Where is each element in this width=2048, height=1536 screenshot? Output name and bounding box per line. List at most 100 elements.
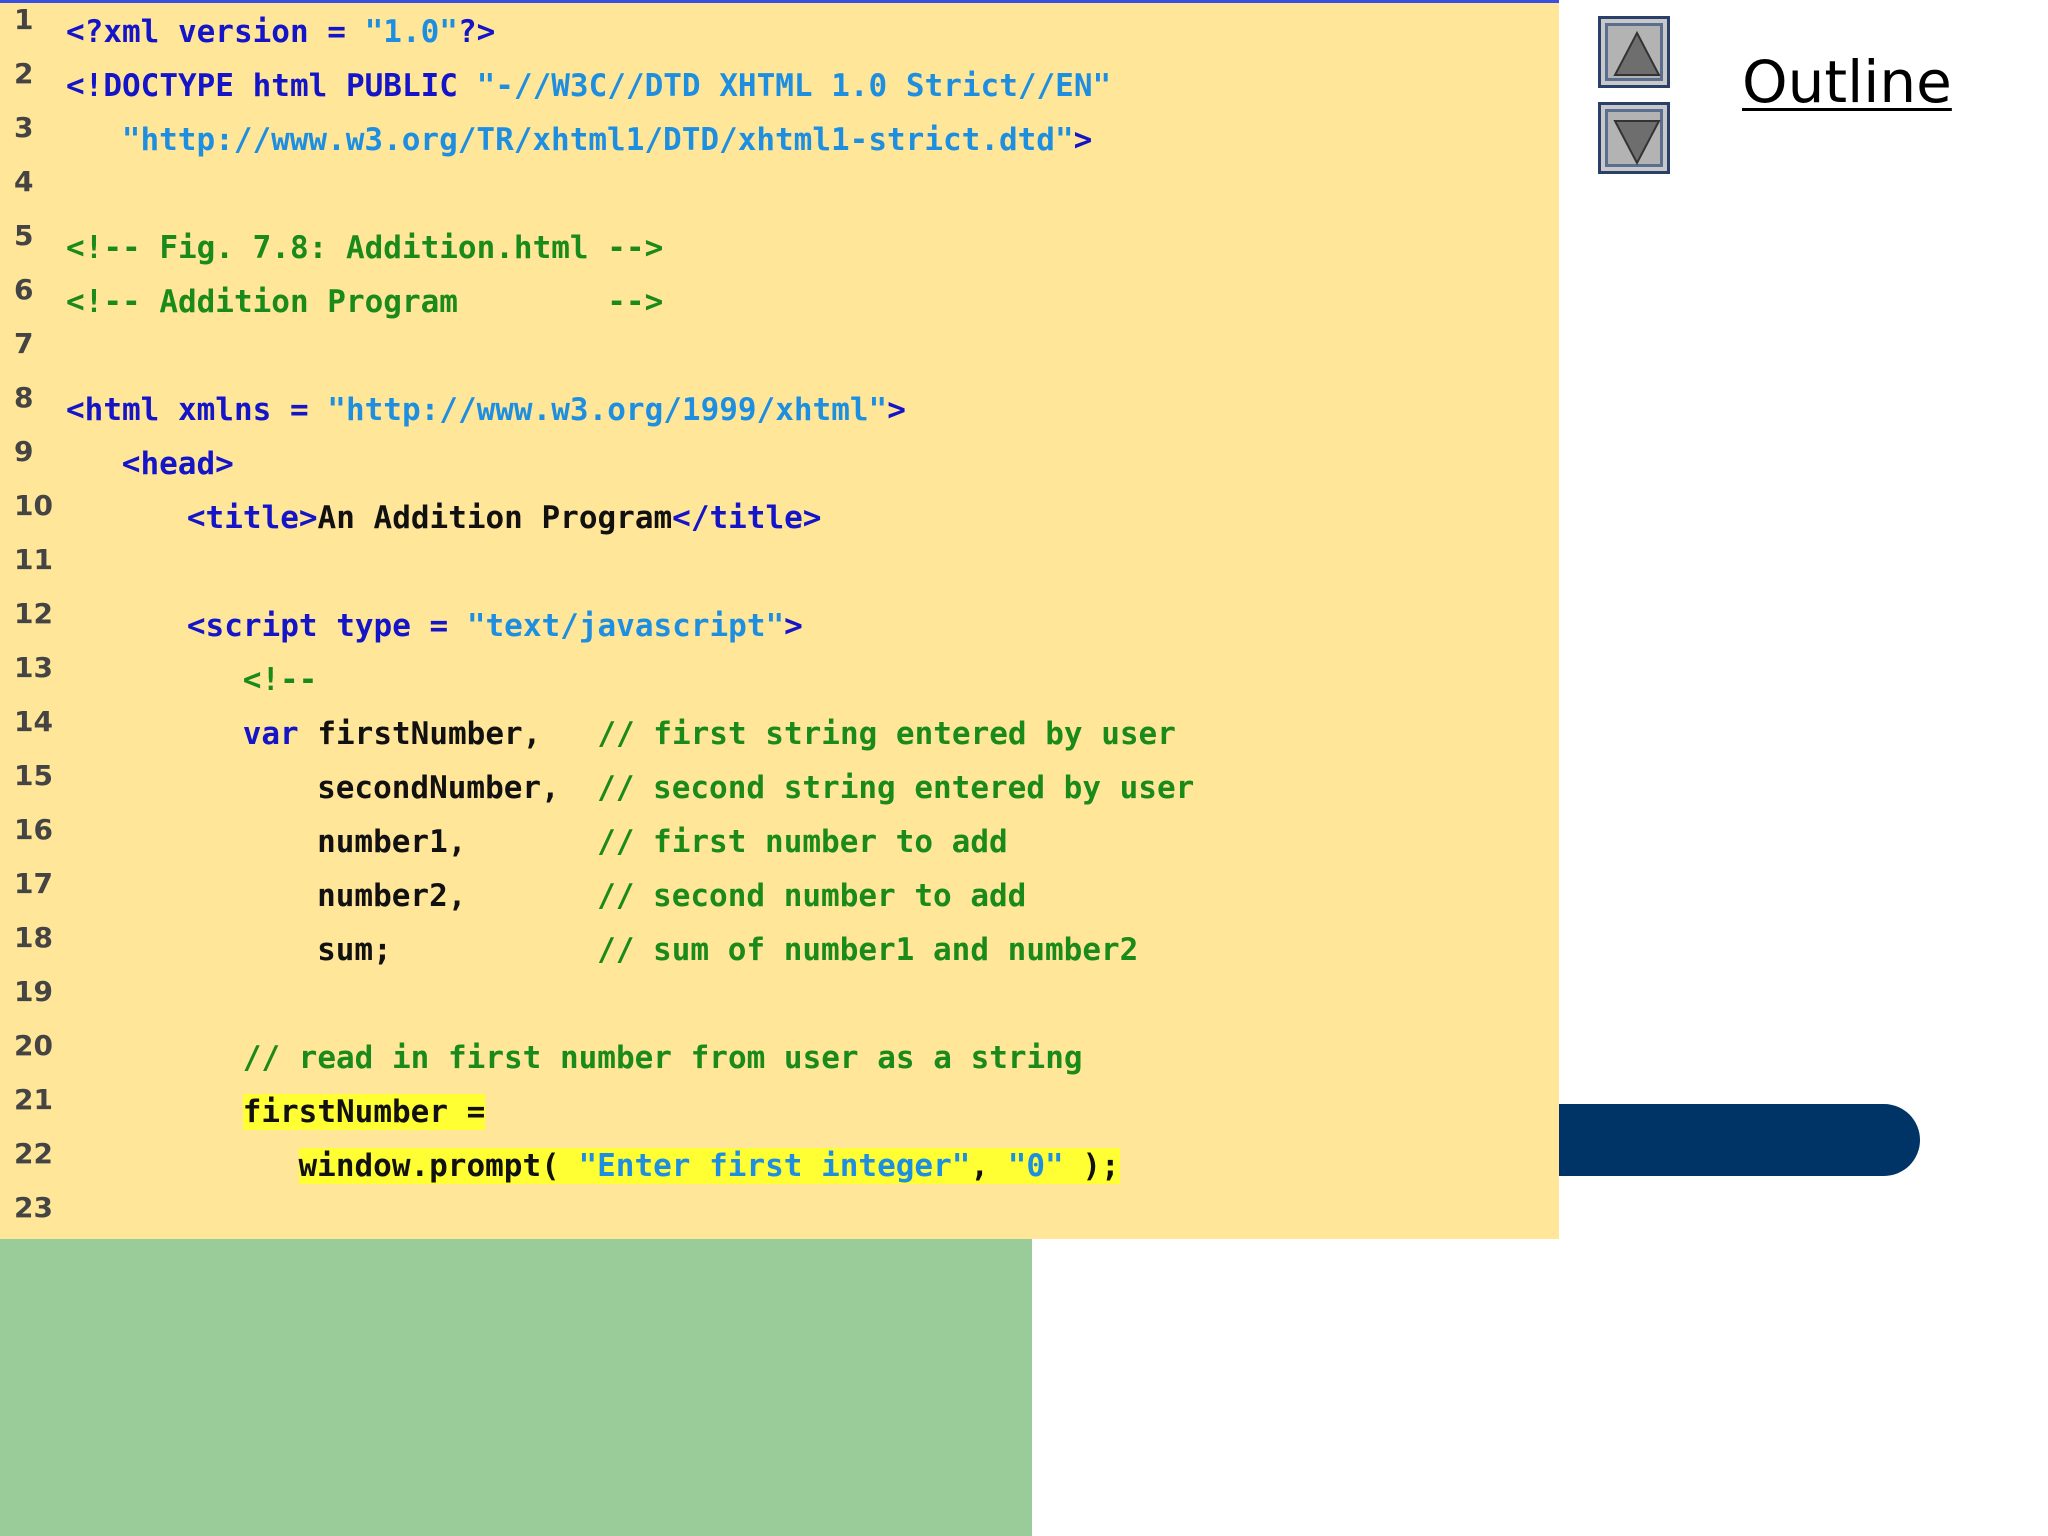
line-number: 11	[14, 543, 53, 576]
code-text: number2, // second number to add	[317, 877, 1026, 915]
code-line: 6 <!-- Addition Program -->	[0, 273, 1559, 327]
code-text: <head>	[122, 445, 234, 483]
line-number: 7	[14, 327, 34, 360]
triangle-down-icon	[1613, 120, 1661, 166]
triangle-up-icon	[1613, 30, 1661, 76]
code-token: <title>	[186, 500, 318, 536]
code-token: "0"	[1007, 1148, 1064, 1184]
code-text: firstNumber =	[242, 1093, 486, 1131]
code-token: // second string entered by user	[597, 770, 1195, 806]
code-text: <!-- Fig. 7.8: Addition.html -->	[66, 229, 663, 267]
code-text: // read in first number from user as a s…	[243, 1039, 1083, 1077]
line-number: 15	[14, 759, 53, 792]
code-line: 16 number1, // first number to add	[0, 813, 1559, 867]
code-text: <!-- Addition Program -->	[66, 283, 663, 321]
code-line: 13 <!--	[0, 651, 1559, 705]
code-token: // sum of number1 and number2	[597, 932, 1139, 968]
code-line: 21 firstNumber =	[0, 1083, 1559, 1137]
code-token: <!-- Addition Program -->	[66, 284, 664, 320]
line-number: 9	[14, 435, 34, 468]
code-token: <?xml version =	[66, 14, 365, 50]
code-line: 5 <!-- Fig. 7.8: Addition.html -->	[0, 219, 1559, 273]
code-token: >	[784, 608, 803, 644]
code-token: </title>	[672, 500, 822, 536]
code-token: <head>	[121, 446, 234, 482]
line-number: 20	[14, 1029, 53, 1062]
code-line: 14 var firstNumber, // first string enter…	[0, 705, 1559, 759]
code-token: window.prompt(	[298, 1148, 579, 1184]
code-line: 10 <title>An Addition Program</title>	[0, 489, 1559, 543]
code-token: "1.0"	[364, 14, 458, 50]
code-token: secondNumber,	[317, 770, 598, 806]
code-line: 19	[0, 975, 1559, 1029]
line-number: 18	[14, 921, 53, 954]
code-token: firstNumber,	[317, 716, 598, 752]
code-token: firstNumber =	[242, 1094, 486, 1130]
line-number: 13	[14, 651, 53, 684]
code-text: secondNumber, // second string entered b…	[317, 769, 1194, 807]
code-token: // second number to add	[597, 878, 1027, 914]
code-line: 2 <!DOCTYPE html PUBLIC "-//W3C//DTD XHTM…	[0, 57, 1559, 111]
code-token: "Enter first integer"	[578, 1148, 971, 1184]
code-token: An Addition Program	[317, 500, 673, 536]
code-token: <html xmlns =	[66, 392, 328, 428]
code-token: number2,	[317, 878, 598, 914]
code-token: "-//W3C//DTD XHTML 1.0 Strict//EN"	[476, 68, 1112, 104]
code-line: 3 "http://www.w3.org/TR/xhtml1/DTD/xhtml1…	[0, 111, 1559, 165]
green-panel	[0, 1239, 1032, 1536]
code-text: window.prompt( "Enter first integer", "0…	[298, 1147, 1120, 1185]
code-text: <title>An Addition Program</title>	[187, 499, 822, 537]
code-text: <?xml version = "1.0"?>	[66, 13, 495, 51]
code-token: // read in first number from user as a s…	[242, 1040, 1083, 1076]
code-line: 11	[0, 543, 1559, 597]
code-token: // first string entered by user	[597, 716, 1176, 752]
line-number: 12	[14, 597, 53, 630]
line-number: 21	[14, 1083, 53, 1116]
line-number: 23	[14, 1191, 53, 1224]
code-token: var	[242, 716, 318, 752]
line-number: 4	[14, 165, 34, 198]
code-token: >	[1073, 122, 1093, 158]
code-token: >	[887, 392, 906, 428]
code-token: // first number to add	[597, 824, 1008, 860]
code-line: 8 <html xmlns = "http://www.w3.org/1999/x…	[0, 381, 1559, 435]
code-text: sum; // sum of number1 and number2	[317, 931, 1138, 969]
code-token: "http://www.w3.org/1999/xhtml"	[327, 392, 888, 428]
code-line: 15 secondNumber, // second string entered…	[0, 759, 1559, 813]
code-line: 4	[0, 165, 1559, 219]
code-text: number1, // first number to add	[317, 823, 1008, 861]
code-line: 23	[0, 1191, 1559, 1245]
line-number: 5	[14, 219, 34, 252]
code-line: 7	[0, 327, 1559, 381]
code-text: var firstNumber, // first string entered…	[243, 715, 1176, 753]
code-text: <script type = "text/javascript">	[187, 607, 803, 645]
line-number: 22	[14, 1137, 53, 1170]
code-token: "http://www.w3.org/TR/xhtml1/DTD/xhtml1-…	[121, 122, 1074, 158]
code-line: 12 <script type = "text/javascript">	[0, 597, 1559, 651]
next-slide-button[interactable]	[1598, 102, 1670, 174]
code-token: sum;	[317, 932, 598, 968]
code-line: 1 <?xml version = "1.0"?>	[0, 3, 1559, 57]
line-number: 17	[14, 867, 53, 900]
code-line: 20 // read in first number from user as a…	[0, 1029, 1559, 1083]
line-number: 1	[14, 3, 34, 36]
line-number: 16	[14, 813, 53, 846]
code-line: 22 window.prompt( "Enter first integer", …	[0, 1137, 1559, 1191]
previous-slide-button[interactable]	[1598, 16, 1670, 88]
code-text: <!--	[243, 661, 318, 699]
code-token: number1,	[317, 824, 598, 860]
code-line: 17 number2, // second number to add	[0, 867, 1559, 921]
decorative-bar	[1559, 1104, 1920, 1176]
code-line: 18 sum; // sum of number1 and number2	[0, 921, 1559, 975]
code-token: <!DOCTYPE html PUBLIC	[66, 68, 477, 104]
code-text: <!DOCTYPE html PUBLIC "-//W3C//DTD XHTML…	[66, 67, 1111, 105]
code-token: ,	[970, 1148, 1008, 1184]
line-number: 6	[14, 273, 34, 306]
line-number: 19	[14, 975, 53, 1008]
line-number: 2	[14, 57, 34, 90]
code-listing-panel: 1 <?xml version = "1.0"?> 2 <!DOCTYPE html …	[0, 0, 1559, 1239]
line-number: 3	[14, 111, 34, 144]
code-token: <!-- Fig. 7.8: Addition.html -->	[66, 230, 664, 266]
outline-title[interactable]: Outline	[1742, 48, 1952, 116]
line-number: 8	[14, 381, 34, 414]
